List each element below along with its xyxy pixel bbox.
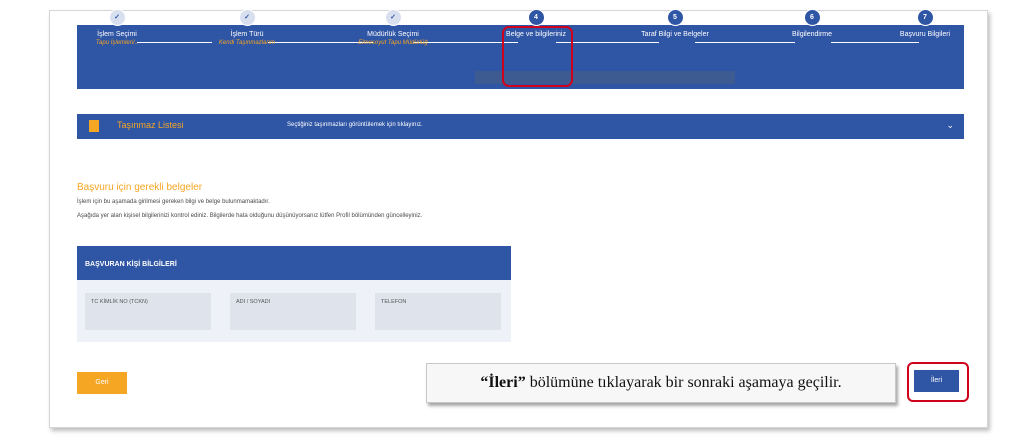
step-connector xyxy=(831,42,919,43)
step-label: Başvuru Bilgileri xyxy=(899,31,951,38)
documents-title: Başvuru için gerekli belgeler xyxy=(77,182,203,193)
check-icon: ✓ xyxy=(108,9,126,26)
documents-instruction: Aşağıda yer alan kişisel bilgilerinizi k… xyxy=(77,213,423,219)
name-label: ADI / SOYADI xyxy=(236,299,271,305)
step-number-badge: 4 xyxy=(527,9,545,26)
instruction-callout: “İleri” bölümüne tıklayarak bir sonraki … xyxy=(426,363,896,403)
documents-info: İşlem için bu aşamada girilmesi gereken … xyxy=(77,199,270,205)
step-sublabel: Tapu İşlemleri/.. xyxy=(95,40,139,46)
check-icon: ✓ xyxy=(238,9,256,26)
callout-bold: “İleri” xyxy=(480,374,526,391)
step-sublabel: Kendi Taşınmazlarım xyxy=(218,40,276,46)
step-6[interactable]: 6 Bilgilendirme xyxy=(752,9,872,38)
step-number-badge: 5 xyxy=(666,9,684,26)
phone-field: TELEFON xyxy=(375,293,501,330)
step-number-badge: 7 xyxy=(916,9,934,26)
tckn-label: TC KİMLİK NO (TCKN) xyxy=(91,299,148,305)
step-label: Müdürlük Seçimi xyxy=(367,31,419,38)
building-icon xyxy=(89,120,99,132)
step-number-badge: 6 xyxy=(803,9,821,26)
check-icon: ✓ xyxy=(384,9,402,26)
property-list-description: Seçtiğiniz taşınmazları görüntülemek içi… xyxy=(287,122,423,128)
chevron-down-icon[interactable]: ⌄ xyxy=(946,120,954,131)
step-label: Taraf Bilgi ve Belgeler xyxy=(641,31,709,38)
applicant-card-header: BAŞVURAN KİŞİ BİLGİLERİ xyxy=(77,246,511,280)
current-step-highlight xyxy=(502,26,573,87)
step-label: İşlem Seçimi xyxy=(97,31,137,38)
callout-text: bölümüne tıklayarak bir sonraki aşamaya … xyxy=(525,374,842,391)
tckn-field: TC KİMLİK NO (TCKN) xyxy=(85,293,211,330)
phone-label: TELEFON xyxy=(381,299,407,305)
name-field: ADI / SOYADI xyxy=(230,293,356,330)
step-sublabel: Elmesoyut Tapu Müdürlüğ xyxy=(358,40,428,46)
step-3[interactable]: ✓ Müdürlük Seçimi Elmesoyut Tapu Müdürlü… xyxy=(333,9,453,46)
step-2[interactable]: ✓ İşlem Türü Kendi Taşınmazlarım xyxy=(187,9,307,46)
property-list-toggle[interactable]: Taşınmaz Listesi Seçtiğiniz taşınmazları… xyxy=(77,114,964,139)
property-list-title: Taşınmaz Listesi xyxy=(117,120,184,130)
applicant-info-card: BAŞVURAN KİŞİ BİLGİLERİ TC KİMLİK NO (TC… xyxy=(77,246,511,342)
applicant-card-title: BAŞVURAN KİŞİ BİLGİLERİ xyxy=(85,261,177,268)
next-button[interactable]: İleri xyxy=(914,370,959,392)
step-1[interactable]: ✓ İşlem Seçimi Tapu İşlemleri/.. xyxy=(57,9,177,46)
step-label: Bilgilendirme xyxy=(791,31,833,38)
step-label: İşlem Türü xyxy=(230,31,264,38)
back-button[interactable]: Geri xyxy=(77,372,127,394)
step-7[interactable]: 7 Başvuru Bilgileri xyxy=(865,9,985,38)
step-5[interactable]: 5 Taraf Bilgi ve Belgeler xyxy=(615,9,735,38)
step-connector xyxy=(695,42,795,43)
